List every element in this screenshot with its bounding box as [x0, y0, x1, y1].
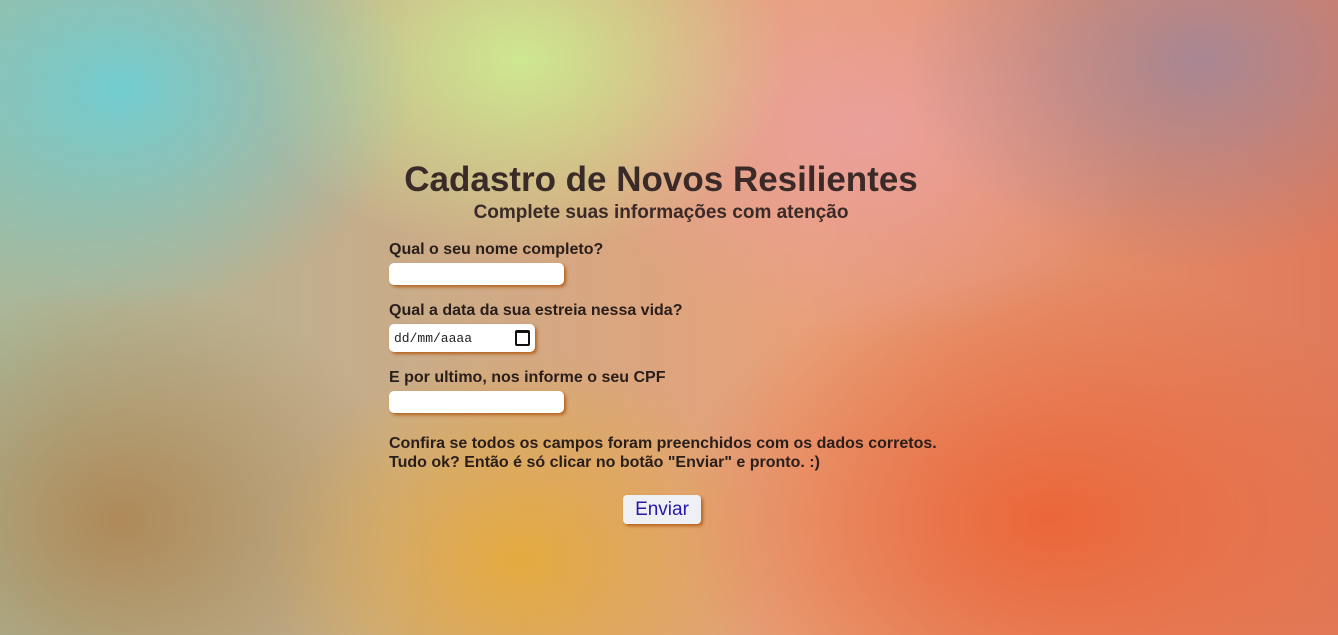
birth-date-label: Qual a data da sua estreia nessa vida?: [389, 302, 683, 319]
page-subtitle: Complete suas informações com atenção: [473, 202, 849, 223]
cpf-input[interactable]: [389, 391, 564, 413]
submit-button[interactable]: Enviar: [623, 495, 701, 524]
calendar-icon[interactable]: [515, 330, 530, 346]
birth-date-input[interactable]: dd/mm/aaaa: [389, 324, 535, 352]
full-name-input[interactable]: [389, 263, 564, 285]
confirmation-line-2: Tudo ok? Então é só clicar no botão "Env…: [389, 454, 820, 471]
confirmation-message: Confira se todos os campos foram preench…: [389, 434, 937, 472]
page-title: Cadastro de Novos Resilientes: [404, 160, 918, 199]
name-label: Qual o seu nome completo?: [389, 241, 604, 258]
confirmation-line-1: Confira se todos os campos foram preench…: [389, 435, 937, 452]
date-placeholder: dd/mm/aaaa: [394, 330, 473, 346]
cpf-label: E por ultimo, nos informe o seu CPF: [389, 369, 666, 386]
